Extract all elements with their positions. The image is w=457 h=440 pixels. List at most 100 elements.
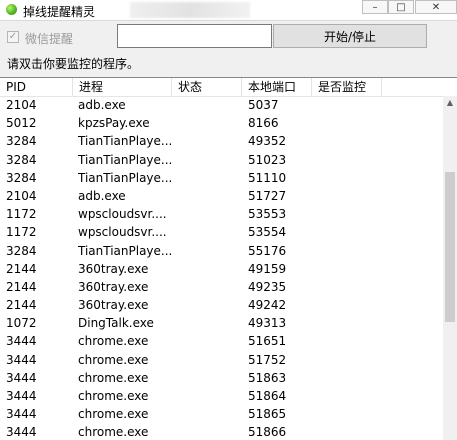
row-pid: 3444 bbox=[6, 352, 37, 367]
table-row[interactable]: 3444 chrome.exe 51863 bbox=[0, 370, 443, 388]
close-icon: ✕ bbox=[431, 2, 441, 13]
row-pid: 3444 bbox=[6, 389, 37, 403]
row-process: chrome.exe bbox=[78, 370, 149, 385]
table-row[interactable]: 3444 chrome.exe 51752 bbox=[0, 352, 443, 370]
table-row[interactable]: 1072 DingTalk.exe 49313 bbox=[0, 315, 443, 333]
row-process: adb.exe bbox=[78, 98, 126, 112]
row-process: chrome.exe bbox=[78, 334, 149, 349]
process-list[interactable]: PID 进程 状态 本地端口 是否监控 2104 adb.exe 5037 5012 k… bbox=[0, 77, 457, 440]
table-row[interactable]: 3284 TianTianPlaye... 51110 bbox=[0, 170, 443, 188]
row-pid: 2144 bbox=[6, 279, 37, 294]
scroll-thumb[interactable] bbox=[445, 172, 455, 322]
maximize-button[interactable]: □ bbox=[388, 0, 414, 14]
list-rows: 2104 adb.exe 5037 5012 kpzsPay.exe 8166 3284 Ti… bbox=[0, 97, 443, 440]
row-process: DingTalk.exe bbox=[78, 316, 154, 331]
row-process: 360tray.exe bbox=[78, 261, 149, 276]
table-row[interactable]: 3444 chrome.exe 51651 bbox=[0, 333, 443, 351]
row-pid: 2144 bbox=[6, 261, 37, 276]
app-icon bbox=[6, 4, 17, 15]
main-window: 掉线提醒精灵 – □ ✕ ✓ 微信提醒 开始/停止 请双击你要监控的程序。 PI… bbox=[0, 0, 457, 440]
blurred-title-area bbox=[130, 2, 250, 18]
column-header-state[interactable]: 状态 bbox=[172, 78, 242, 96]
row-port: 49313 bbox=[248, 316, 287, 331]
row-process: chrome.exe bbox=[78, 352, 149, 367]
close-button[interactable]: ✕ bbox=[415, 0, 457, 14]
table-row[interactable]: 3284 TianTianPlaye... 55176 bbox=[0, 243, 443, 261]
column-header-process[interactable]: 进程 bbox=[73, 78, 172, 96]
row-port: 8166 bbox=[248, 116, 279, 131]
table-row[interactable]: 1172 wpscloudsvr.... 53553 bbox=[0, 206, 443, 224]
table-row[interactable]: 2144 360tray.exe 49159 bbox=[0, 261, 443, 279]
row-pid: 3284 bbox=[6, 152, 37, 167]
vertical-scrollbar[interactable]: ▲ bbox=[443, 96, 457, 440]
start-stop-button[interactable]: 开始/停止 bbox=[273, 24, 427, 48]
column-header-pid[interactable]: PID bbox=[0, 78, 73, 96]
process-input[interactable] bbox=[117, 24, 272, 48]
row-process: 360tray.exe bbox=[78, 298, 149, 313]
row-pid: 3444 bbox=[6, 370, 37, 385]
row-process: chrome.exe bbox=[78, 425, 149, 440]
row-process: chrome.exe bbox=[78, 407, 149, 422]
row-process: TianTianPlaye... bbox=[78, 152, 173, 167]
row-port: 51110 bbox=[248, 170, 287, 185]
row-process: adb.exe bbox=[78, 188, 126, 203]
table-row[interactable]: 1172 wpscloudsvr.... 53554 bbox=[0, 224, 443, 242]
row-process: TianTianPlaye... bbox=[78, 170, 173, 185]
column-header-local-port[interactable]: 本地端口 bbox=[242, 78, 312, 96]
row-port: 51866 bbox=[248, 425, 287, 440]
row-port: 5037 bbox=[248, 98, 279, 112]
wechat-reminder-checkbox[interactable]: ✓ bbox=[7, 31, 19, 43]
row-pid: 2104 bbox=[6, 98, 37, 112]
row-pid: 1172 bbox=[6, 225, 37, 240]
row-process: TianTianPlaye... bbox=[78, 243, 173, 258]
row-process: wpscloudsvr.... bbox=[78, 225, 167, 240]
table-row[interactable]: 2104 adb.exe 5037 bbox=[0, 97, 443, 115]
row-port: 51752 bbox=[248, 352, 287, 367]
table-row[interactable]: 3284 TianTianPlaye... 49352 bbox=[0, 133, 443, 151]
row-process: kpzsPay.exe bbox=[78, 116, 150, 131]
title-bar[interactable]: 掉线提醒精灵 – □ ✕ bbox=[0, 0, 457, 21]
wechat-reminder-label: 微信提醒 bbox=[25, 32, 74, 46]
row-port: 51863 bbox=[248, 370, 287, 385]
column-header-monitored[interactable]: 是否监控 bbox=[312, 78, 382, 96]
row-port: 49235 bbox=[248, 279, 287, 294]
row-port: 49159 bbox=[248, 261, 287, 276]
table-row[interactable]: 2104 adb.exe 51727 bbox=[0, 188, 443, 206]
row-pid: 3444 bbox=[6, 334, 37, 349]
table-row[interactable]: 5012 kpzsPay.exe 8166 bbox=[0, 115, 443, 133]
row-port: 51023 bbox=[248, 152, 287, 167]
row-port: 51865 bbox=[248, 407, 287, 422]
row-pid: 3444 bbox=[6, 407, 37, 422]
row-pid: 3444 bbox=[6, 425, 37, 440]
row-pid: 2104 bbox=[6, 188, 37, 203]
row-port: 51651 bbox=[248, 334, 287, 349]
list-header: PID 进程 状态 本地端口 是否监控 bbox=[0, 78, 457, 97]
table-row[interactable]: 3444 chrome.exe 51865 bbox=[0, 406, 443, 424]
table-row[interactable]: 2144 360tray.exe 49242 bbox=[0, 297, 443, 315]
row-pid: 1172 bbox=[6, 207, 37, 222]
window-title: 掉线提醒精灵 bbox=[23, 5, 96, 19]
row-port: 51864 bbox=[248, 389, 287, 403]
row-pid: 3284 bbox=[6, 243, 37, 258]
table-row[interactable]: 2144 360tray.exe 49235 bbox=[0, 279, 443, 297]
row-pid: 3284 bbox=[6, 134, 37, 149]
table-row[interactable]: 3444 chrome.exe 51864 bbox=[0, 388, 443, 406]
row-pid: 5012 bbox=[6, 116, 37, 131]
row-process: TianTianPlaye... bbox=[78, 134, 173, 149]
minimize-button[interactable]: – bbox=[362, 0, 388, 14]
row-port: 49242 bbox=[248, 298, 287, 313]
row-port: 51727 bbox=[248, 188, 287, 203]
table-row[interactable]: 3284 TianTianPlaye... 51023 bbox=[0, 152, 443, 170]
minimize-icon: – bbox=[372, 2, 378, 13]
table-row[interactable]: 3444 chrome.exe 51866 bbox=[0, 424, 443, 440]
row-pid: 2144 bbox=[6, 298, 37, 313]
checkbox-icon: ✓ bbox=[8, 31, 18, 42]
row-pid: 3284 bbox=[6, 170, 37, 185]
row-port: 53553 bbox=[248, 207, 287, 222]
instruction-text: 请双击你要监控的程序。 bbox=[7, 57, 140, 71]
scroll-up-arrow-icon[interactable]: ▲ bbox=[443, 96, 457, 110]
row-port: 53554 bbox=[248, 225, 287, 240]
maximize-icon: □ bbox=[396, 2, 406, 13]
row-pid: 1072 bbox=[6, 316, 37, 331]
row-process: chrome.exe bbox=[78, 389, 149, 403]
